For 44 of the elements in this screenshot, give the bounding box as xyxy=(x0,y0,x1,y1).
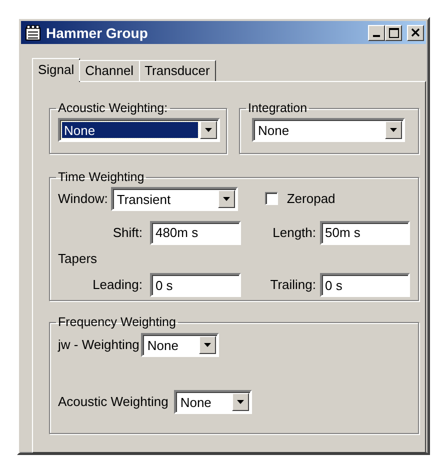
field-label: Acoustic Weighting xyxy=(58,392,168,411)
field-label: jw - Weighting xyxy=(58,336,140,354)
tab[interactable]: Transducer xyxy=(138,60,216,81)
field-label: Length: xyxy=(272,224,316,242)
window-title: Hammer Group xyxy=(46,26,149,40)
dropdown-arrow-button[interactable] xyxy=(232,392,250,410)
caret-icon xyxy=(390,128,397,132)
field-label: Shift: xyxy=(112,224,142,242)
close-button[interactable] xyxy=(407,24,424,40)
dropdown-arrow-button[interactable] xyxy=(218,190,235,208)
dropdown-arrow-button[interactable] xyxy=(385,120,402,138)
trailing-field[interactable]: 0 s xyxy=(320,273,410,297)
tab[interactable]: Channel xyxy=(79,60,140,81)
integration-dropdown[interactable]: None xyxy=(252,118,405,142)
checkbox-label: Zeropad xyxy=(286,190,336,208)
group-label: Time Weighting xyxy=(57,171,146,184)
dropdown-arrow-button[interactable] xyxy=(200,120,217,138)
section-label: Tapers xyxy=(58,250,98,268)
maximize-icon xyxy=(388,28,398,38)
group-label: Frequency Weighting xyxy=(57,316,177,328)
group-label: Acoustic Weighting: xyxy=(57,102,169,114)
caret-icon xyxy=(237,400,244,404)
acoustic-weighting-dropdown[interactable]: None xyxy=(58,118,220,142)
close-icon xyxy=(411,28,420,37)
window-icon xyxy=(25,24,41,40)
field-label: Leading: xyxy=(92,276,142,294)
acoustic-weighting-dropdown[interactable]: None xyxy=(174,390,252,414)
window-dropdown[interactable]: Transient xyxy=(110,186,238,210)
minimize-icon xyxy=(373,35,380,37)
dropdown-arrow-button[interactable] xyxy=(199,336,216,354)
minimize-button[interactable] xyxy=(368,24,385,40)
field-label: Window: xyxy=(58,190,108,208)
caret-icon xyxy=(222,196,230,200)
group-label: Integration xyxy=(247,102,308,114)
jw-weighting-dropdown[interactable]: None xyxy=(141,332,220,356)
field-label: Trailing: xyxy=(269,276,316,294)
length-field[interactable]: 50m s xyxy=(320,220,410,244)
caret-icon xyxy=(205,128,212,132)
zeropad-checkbox[interactable] xyxy=(264,192,278,205)
maximize-button[interactable] xyxy=(385,24,402,40)
tab[interactable]: Signal xyxy=(32,58,80,82)
leading-field[interactable]: 0 s xyxy=(150,273,242,297)
shift-field[interactable]: 480m s xyxy=(150,220,242,244)
caret-icon xyxy=(204,342,212,346)
